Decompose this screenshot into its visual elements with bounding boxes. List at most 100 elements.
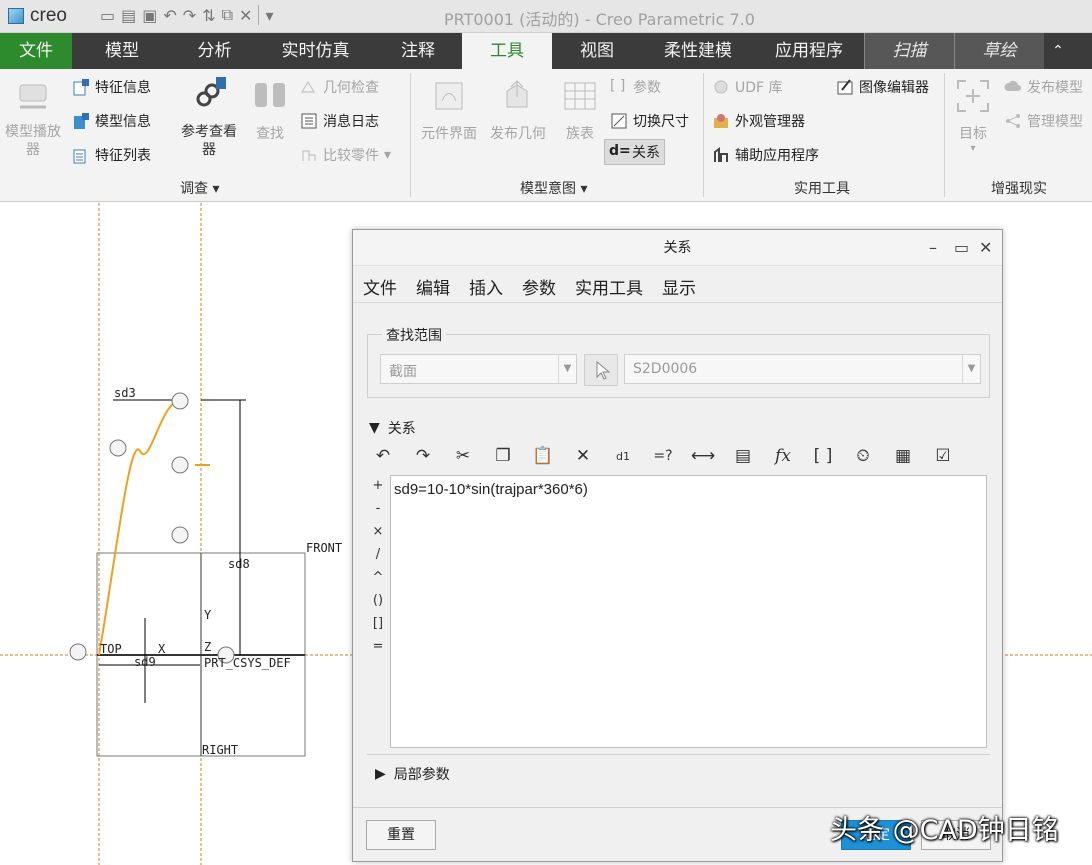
menu-utilities[interactable]: 实用工具 (575, 274, 643, 299)
operator-equals[interactable]: = (371, 639, 385, 654)
save-icon[interactable]: ▣ (142, 6, 157, 25)
tab-sweep[interactable]: 扫描 (864, 33, 954, 69)
sort-icon[interactable]: ⏲ (849, 442, 877, 470)
message-log-button[interactable]: 消息日志 (300, 111, 379, 131)
parameters-button[interactable]: [ ] 参数 (610, 77, 661, 97)
function-icon[interactable]: fx (769, 442, 797, 470)
tab-sketch[interactable]: 草绘 (954, 33, 1044, 69)
tab-view[interactable]: 视图 (552, 33, 642, 69)
dimension-sd3[interactable]: sd3 (114, 386, 136, 400)
minimize-icon[interactable]: – (929, 238, 937, 257)
reference-viewer-button[interactable]: 参考查看器 (176, 77, 242, 159)
close-window-icon[interactable]: ✕ (239, 6, 252, 25)
tab-applications[interactable]: 应用程序 (754, 33, 864, 69)
image-editor-button[interactable]: 图像编辑器 (836, 77, 929, 97)
evaluate-icon[interactable]: ▤ (729, 442, 757, 470)
menu-display[interactable]: 显示 (662, 274, 696, 299)
tab-analysis[interactable]: 分析 (172, 33, 257, 69)
switch-dimensions-button[interactable]: 切换尺寸 (610, 111, 689, 131)
tab-file[interactable]: 文件 (0, 33, 72, 69)
model-info-button[interactable]: 模型信息 (72, 111, 151, 131)
constraint-marker[interactable] (171, 526, 189, 544)
relations-section-toggle[interactable]: ▼ 关系 (369, 418, 416, 438)
operator-plus[interactable]: + (371, 478, 385, 493)
operator-divide[interactable]: / (371, 547, 385, 562)
relations-button[interactable]: d= 关系 (604, 139, 665, 165)
delete-icon[interactable]: ✕ (569, 442, 597, 470)
reset-button[interactable]: 重置 (366, 820, 436, 850)
menu-insert[interactable]: 插入 (469, 274, 503, 299)
copy-icon[interactable]: ❐ (489, 442, 517, 470)
auxiliary-apps-label: 辅助应用程序 (735, 148, 819, 164)
constraint-marker[interactable] (171, 456, 189, 474)
tab-simulation[interactable]: 实时仿真 (257, 33, 374, 69)
operator-multiply[interactable]: × (371, 524, 385, 539)
tab-annotate[interactable]: 注释 (374, 33, 462, 69)
feature-info-button[interactable]: 特征信息 (72, 77, 151, 97)
udf-library-button[interactable]: UDF 库 (712, 77, 783, 97)
operator-minus[interactable]: - (371, 501, 385, 516)
constraint-marker[interactable] (109, 439, 127, 457)
image-editor-label: 图像编辑器 (859, 80, 929, 96)
dimension-sd8[interactable]: sd8 (228, 557, 250, 571)
undo-icon[interactable]: ↶ (163, 6, 176, 25)
select-pointer-button[interactable] (584, 354, 618, 386)
tab-flexible-modeling[interactable]: 柔性建模 (642, 33, 754, 69)
undo-icon[interactable]: ↶ (369, 442, 397, 470)
geometry-check-button[interactable]: 几何检查 (300, 77, 379, 97)
feature-list-button[interactable]: 特征列表 (72, 145, 151, 165)
collapse-ribbon-icon[interactable]: ⌃ (1044, 33, 1072, 69)
publish-geometry-button[interactable]: 发布几何 (487, 77, 549, 143)
trajectory-curve[interactable] (98, 399, 181, 656)
brackets-icon[interactable]: [ ] (809, 442, 837, 470)
local-params-toggle[interactable]: ▶ 局部参数 (375, 764, 450, 784)
compare-part-button[interactable]: 比较零件 ▾ (300, 145, 391, 165)
menu-edit[interactable]: 编辑 (416, 274, 450, 299)
toggle-dimension-values-icon[interactable]: d1 (609, 442, 637, 470)
open-file-icon[interactable]: ▤ (121, 6, 136, 25)
find-button[interactable]: 查找 (250, 77, 290, 143)
family-table-button[interactable]: 族表 (560, 77, 600, 143)
windows-icon[interactable]: ⧉ (222, 5, 233, 25)
group-investigate[interactable]: 调查 ▾ (180, 178, 219, 198)
chevron-down-icon: ▾ (384, 147, 392, 163)
measure-icon[interactable]: ⟷ (689, 442, 717, 470)
relations-editor[interactable]: sd9=10-10*sin(trajpar*360*6) (390, 475, 987, 748)
group-model-intent[interactable]: 模型意图 ▾ (520, 178, 587, 198)
new-file-icon[interactable]: ▭ (100, 6, 115, 25)
redo-icon[interactable]: ↷ (409, 442, 437, 470)
model-player-button[interactable]: 模型播放器 (2, 77, 64, 159)
verify-relations-icon[interactable]: ☑ (929, 442, 957, 470)
cursor-arrow-icon (596, 360, 611, 380)
auxiliary-apps-button[interactable]: 辅助应用程序 (712, 145, 819, 165)
manage-model-button[interactable]: 管理模型 (1004, 111, 1083, 131)
regenerate-icon[interactable]: ⇅ (202, 6, 215, 25)
scope-type-select[interactable]: 截面 ▼ (380, 354, 577, 384)
close-icon[interactable]: ✕ (979, 238, 992, 257)
publish-model-button[interactable]: 发布模型 (1004, 77, 1083, 97)
component-interface-button[interactable]: 元件界面 (418, 77, 480, 143)
tab-tools[interactable]: 工具 (462, 33, 552, 69)
ar-target-button[interactable]: 目标 ▾ (950, 77, 996, 154)
operator-brackets[interactable]: [] (371, 616, 385, 631)
maximize-icon[interactable]: ▭ (954, 238, 969, 257)
verify-icon[interactable]: =? (649, 442, 677, 470)
menu-file[interactable]: 文件 (363, 274, 397, 299)
tab-model[interactable]: 模型 (72, 33, 172, 69)
triangle-down-icon: ▼ (369, 420, 380, 436)
paste-icon[interactable]: 📋 (529, 442, 557, 470)
appearance-manager-button[interactable]: 外观管理器 (712, 111, 805, 131)
chevron-down-icon: ▾ (970, 143, 976, 154)
dimension-sd9[interactable]: sd9 (134, 655, 156, 669)
display-options-icon[interactable]: ▦ (889, 442, 917, 470)
redo-icon[interactable]: ↷ (183, 6, 196, 25)
constraint-marker[interactable] (171, 392, 189, 410)
constraint-marker[interactable] (69, 643, 87, 661)
operator-parentheses[interactable]: () (371, 593, 385, 608)
customize-dropdown-icon[interactable]: ▾ (265, 6, 273, 25)
scope-item-select[interactable]: S2D0006 ▼ (624, 354, 981, 384)
operator-power[interactable]: ^ (371, 570, 385, 585)
menu-parameters[interactable]: 参数 (522, 274, 556, 299)
local-params-label: 局部参数 (393, 767, 450, 783)
cut-icon[interactable]: ✂ (449, 442, 477, 470)
